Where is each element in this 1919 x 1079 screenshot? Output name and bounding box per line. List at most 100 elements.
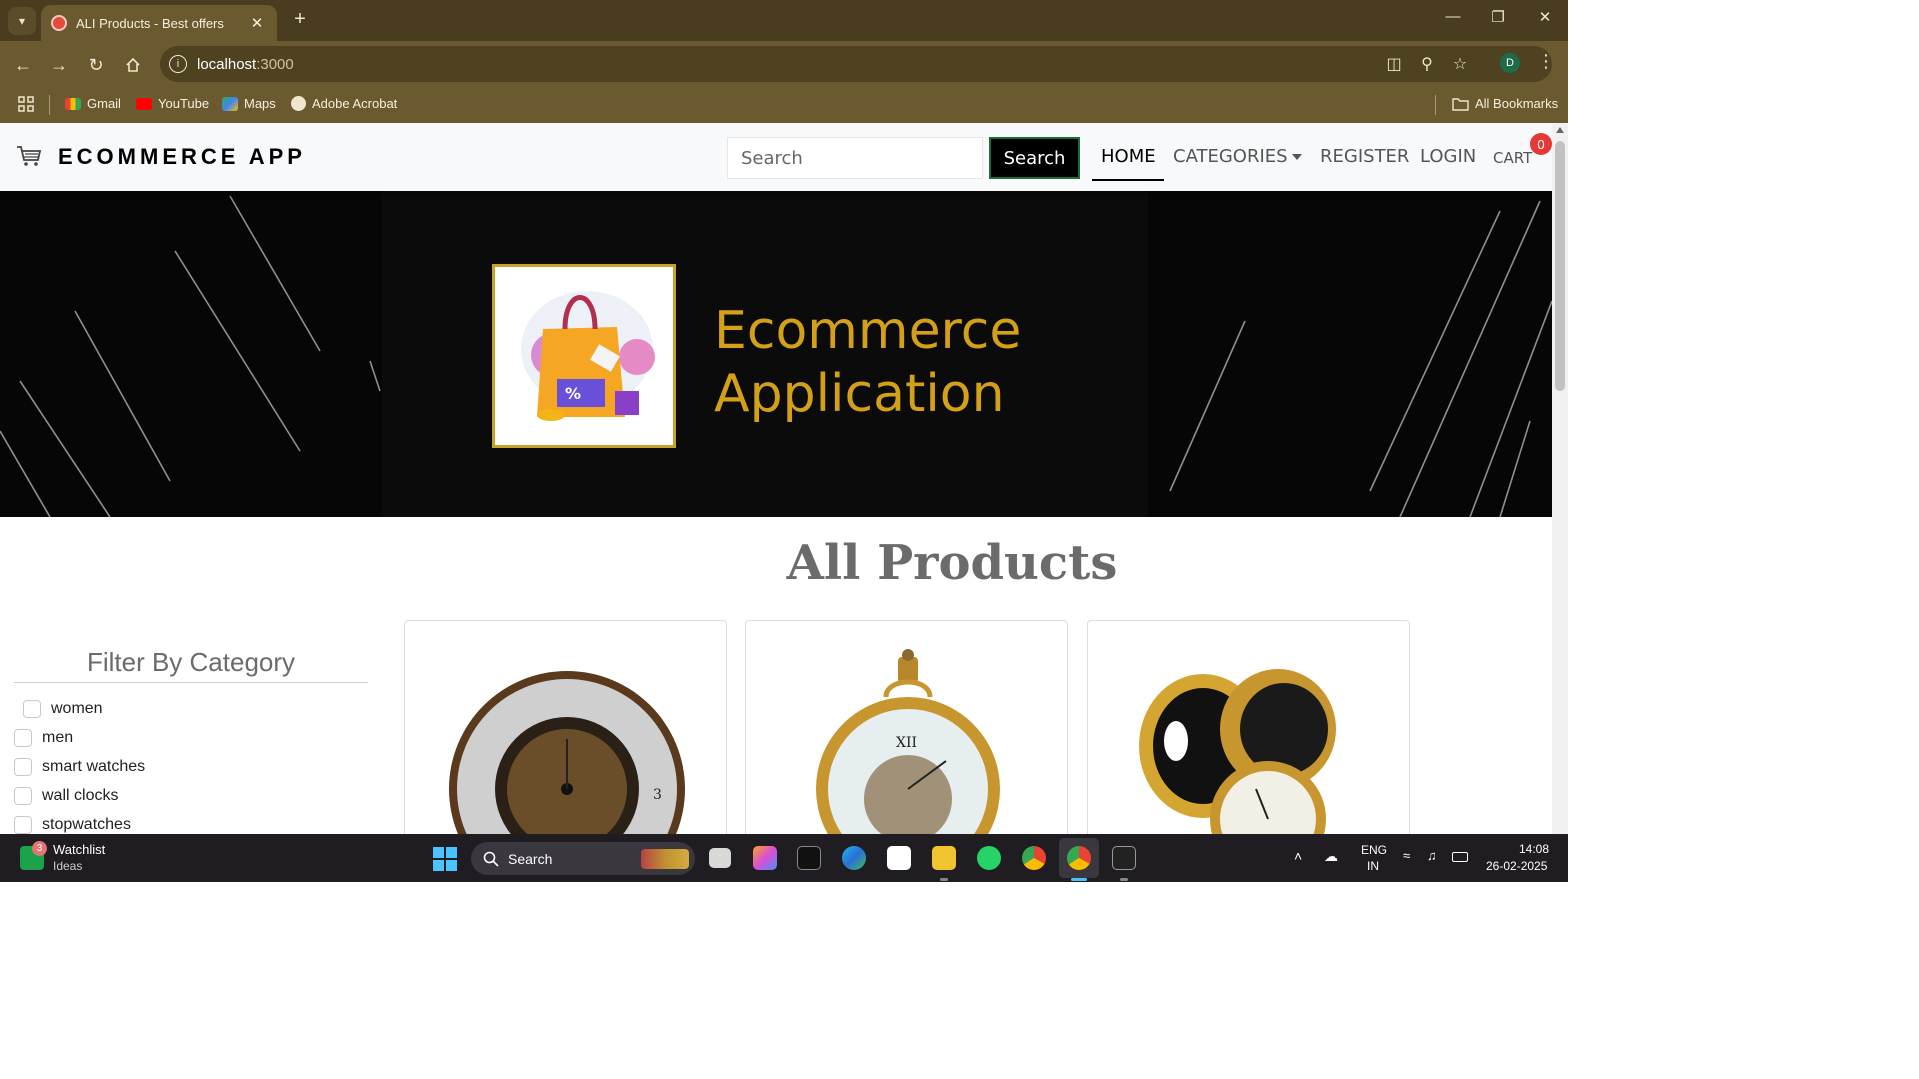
- browser-menu-icon[interactable]: ⋮: [1537, 51, 1555, 72]
- file-explorer-icon[interactable]: [932, 846, 956, 870]
- tab-close-icon[interactable]: ✕: [247, 14, 267, 32]
- folder-icon: [1452, 97, 1469, 111]
- address-bar[interactable]: i localhost:3000 ◫ ⚲ ☆: [160, 46, 1552, 82]
- category-checkbox[interactable]: [14, 787, 32, 805]
- language-line1[interactable]: ENG: [1361, 843, 1387, 857]
- category-filter-wall-clocks[interactable]: wall clocks: [14, 787, 118, 805]
- bookmark-star-icon[interactable]: ☆: [1449, 54, 1471, 74]
- close-window-button[interactable]: ✕: [1530, 8, 1560, 26]
- bookmarks-bar: Gmail YouTube Maps Adobe Acrobat All Boo…: [0, 87, 1568, 123]
- category-checkbox[interactable]: [23, 700, 41, 718]
- category-checkbox[interactable]: [14, 816, 32, 834]
- web-page: ECOMMERCE APP Search HOME CATEGORIES REG…: [0, 123, 1552, 834]
- battery-icon[interactable]: [1452, 852, 1468, 862]
- widget-title[interactable]: Watchlist: [53, 842, 105, 857]
- minimize-button[interactable]: —: [1438, 8, 1468, 25]
- search-icon: [483, 851, 499, 867]
- svg-text:%: %: [565, 384, 581, 403]
- scrollbar-thumb[interactable]: [1555, 141, 1565, 391]
- category-filter-smart-watches[interactable]: smart watches: [14, 758, 145, 776]
- category-filter-men[interactable]: men: [14, 729, 73, 747]
- back-button[interactable]: ←: [10, 52, 36, 78]
- search-highlight-icon: [641, 849, 689, 869]
- all-bookmarks[interactable]: All Bookmarks: [1452, 96, 1558, 111]
- nav-active-underline: [1092, 179, 1164, 181]
- windows-start-icon[interactable]: [433, 847, 457, 871]
- product-card[interactable]: [1087, 620, 1410, 834]
- banner-title-line1: Ecommerce: [714, 301, 1022, 361]
- nav-categories[interactable]: CATEGORIES: [1173, 146, 1302, 167]
- chrome-icon[interactable]: [1022, 846, 1046, 870]
- command-prompt-icon[interactable]: [1112, 846, 1136, 870]
- bookmark-adobe-acrobat[interactable]: Adobe Acrobat: [291, 96, 397, 111]
- reload-button[interactable]: ↻: [83, 52, 109, 78]
- category-filter-stopwatches[interactable]: stopwatches: [14, 816, 131, 834]
- profile-avatar[interactable]: D: [1500, 53, 1520, 73]
- page-title: All Products: [786, 535, 1118, 591]
- forward-button[interactable]: →: [46, 52, 72, 78]
- restore-button[interactable]: ❐: [1483, 8, 1513, 26]
- copilot-icon[interactable]: [753, 846, 777, 870]
- zoom-icon[interactable]: ⚲: [1416, 54, 1438, 74]
- bookmark-youtube[interactable]: YouTube: [136, 96, 209, 111]
- pocket-watch-image: XII: [816, 649, 1000, 834]
- home-button[interactable]: [120, 52, 146, 78]
- search-button[interactable]: Search: [989, 137, 1080, 179]
- clock-date[interactable]: 26-02-2025: [1486, 859, 1547, 873]
- nav-register[interactable]: REGISTER: [1320, 146, 1409, 167]
- active-indicator: [1071, 878, 1087, 881]
- clock-time[interactable]: 14:08: [1519, 842, 1549, 856]
- shopping-bag-logo: %: [492, 264, 676, 448]
- browser-tab-active[interactable]: ALI Products - Best offers ✕: [41, 5, 277, 41]
- product-card[interactable]: XII: [745, 620, 1068, 834]
- search-input[interactable]: [727, 137, 983, 179]
- tab-title: ALI Products - Best offers: [76, 15, 224, 31]
- hero-banner: % Ecommerce Application: [0, 191, 1552, 517]
- product-card[interactable]: 12 3: [404, 620, 727, 834]
- chrome-active-icon[interactable]: [1067, 846, 1091, 870]
- site-info-icon[interactable]: i: [169, 55, 187, 73]
- nav-home[interactable]: HOME: [1101, 146, 1156, 167]
- scroll-up-arrow-icon[interactable]: [1556, 127, 1564, 133]
- terminal-icon[interactable]: [797, 846, 821, 870]
- running-indicator: [940, 878, 948, 881]
- youtube-icon: [136, 97, 152, 110]
- onedrive-icon[interactable]: ☁: [1324, 848, 1338, 865]
- chevron-down-icon: [1291, 154, 1302, 160]
- task-view-icon[interactable]: [709, 848, 731, 868]
- volume-icon[interactable]: ♫: [1427, 848, 1437, 863]
- widget-badge: 3: [32, 841, 47, 856]
- category-checkbox[interactable]: [14, 758, 32, 776]
- pocket-watch-image: 12 3: [449, 671, 685, 834]
- url-text: localhost:3000: [197, 56, 294, 73]
- language-line2[interactable]: IN: [1367, 859, 1379, 873]
- bookmark-maps[interactable]: Maps: [222, 96, 276, 111]
- nav-cart[interactable]: CART: [1493, 149, 1532, 167]
- install-app-icon[interactable]: ◫: [1383, 54, 1405, 74]
- running-indicator: [1120, 878, 1128, 881]
- shopping-cart-icon: [17, 146, 42, 166]
- gmail-icon: [65, 97, 81, 110]
- banner-title-line2: Application: [714, 364, 1005, 424]
- nav-login[interactable]: LOGIN: [1420, 146, 1476, 167]
- wifi-icon[interactable]: ≈: [1403, 848, 1410, 863]
- whatsapp-icon[interactable]: [977, 846, 1001, 870]
- brand-name[interactable]: ECOMMERCE APP: [58, 144, 306, 170]
- globe-icon: [291, 96, 306, 111]
- microsoft-store-icon[interactable]: [887, 846, 911, 870]
- new-tab-button[interactable]: +: [288, 8, 312, 31]
- home-icon: [126, 57, 140, 72]
- chevron-up-icon[interactable]: ˄: [1294, 848, 1302, 864]
- tab-list-button[interactable]: ▾: [8, 7, 36, 35]
- category-checkbox[interactable]: [14, 729, 32, 747]
- taskbar-search[interactable]: Search: [471, 842, 695, 875]
- bookmark-gmail[interactable]: Gmail: [65, 96, 121, 111]
- page-scrollbar[interactable]: [1552, 123, 1568, 834]
- apps-grid-icon[interactable]: [18, 96, 34, 112]
- tab-favicon-icon: [51, 15, 67, 31]
- browser-toolbar: ← → ↻ i localhost:3000 ◫ ⚲ ☆ D ⋮: [0, 41, 1568, 87]
- edge-browser-icon[interactable]: [842, 846, 866, 870]
- category-filter-women[interactable]: women: [23, 700, 103, 718]
- filter-heading: Filter By Category: [14, 647, 368, 683]
- browser-tab-bar: ▾ ALI Products - Best offers ✕ + — ❐ ✕: [0, 0, 1568, 41]
